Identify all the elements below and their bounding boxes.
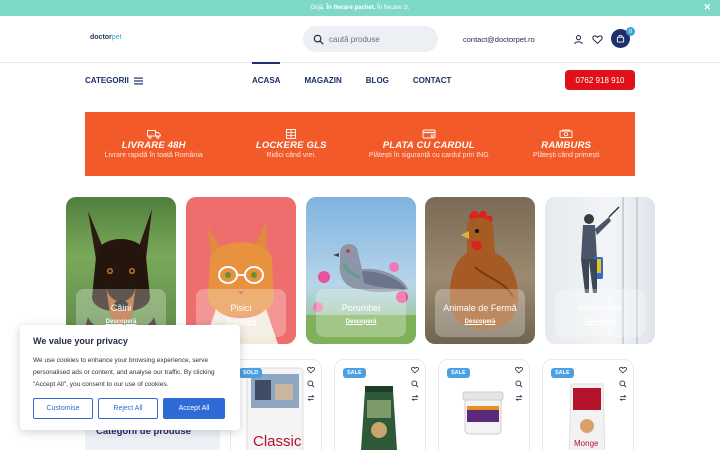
search-input[interactable]: [329, 34, 429, 44]
feature-cash-subtitle: Plătești când primești: [532, 152, 600, 159]
feature-card-payment: PLATA CU CARDUL Plătești în siguranță cu…: [360, 112, 498, 176]
product-card[interactable]: Classic SOLD: [230, 359, 322, 450]
category-card-pigeons[interactable]: Porumbei Descoperă: [306, 197, 416, 344]
heart-icon[interactable]: [307, 366, 315, 374]
product-badge: SOLD: [239, 368, 263, 378]
product-badge: SALE: [551, 368, 574, 378]
category-card-dogs[interactable]: Câini Descoperă: [66, 197, 176, 344]
announcement-bar: Grijă. În fiecare pachet. În fiecare zi.…: [0, 0, 720, 16]
product-badge: SALE: [447, 368, 470, 378]
discover-link[interactable]: Descoperă: [106, 319, 137, 325]
feature-card-title: PLATA CU CARDUL: [382, 140, 475, 151]
product-brand-text: Classic: [253, 433, 302, 450]
search-box[interactable]: [303, 26, 438, 52]
category-overlay: Porumbei Descoperă: [316, 289, 406, 337]
contact-email[interactable]: contact@doctorpet.ro: [463, 35, 535, 44]
categories-menu-button[interactable]: CATEGORII: [85, 76, 143, 85]
category-name: Animale de Fermă: [443, 302, 517, 313]
category-card-farm-animals[interactable]: Animale de Fermă Descoperă: [425, 197, 535, 344]
product-actions: [515, 366, 523, 402]
accept-all-button[interactable]: Accept All: [163, 398, 225, 419]
search-icon: [313, 34, 324, 44]
heart-icon[interactable]: [592, 34, 603, 45]
feature-card-subtitle: Plătești în siguranță cu cardul prin ING: [368, 152, 489, 159]
search-icon[interactable]: [619, 380, 627, 388]
product-card[interactable]: Monge SALE: [542, 359, 634, 450]
feature-delivery-title: LIVRARE 48H: [121, 140, 186, 151]
compare-icon[interactable]: [619, 394, 627, 402]
search-icon[interactable]: [515, 380, 523, 388]
discover-link[interactable]: Descoperă: [226, 319, 257, 325]
search-icon[interactable]: [411, 380, 419, 388]
feature-cash-title: RAMBURS: [541, 140, 592, 151]
close-announcement-button[interactable]: ✕: [703, 2, 711, 13]
nav-link-blog[interactable]: BLOG: [366, 63, 389, 99]
category-name: Pisici: [230, 302, 252, 313]
hamburger-icon: [133, 77, 143, 84]
truck-icon: [146, 130, 161, 139]
logo-part-pet: pet: [111, 34, 122, 41]
customise-button[interactable]: Customise: [33, 398, 93, 419]
reject-all-button[interactable]: Reject All: [98, 398, 158, 419]
product-card[interactable]: SALE: [438, 359, 530, 450]
feature-lockers: LOCKERE GLS Ridici când vrei.: [223, 112, 361, 176]
search-icon[interactable]: [307, 380, 315, 388]
heart-icon[interactable]: [411, 366, 419, 374]
feature-delivery-subtitle: Livrare rapidă în toată România: [104, 152, 203, 159]
discover-link[interactable]: Descoperă: [465, 319, 496, 325]
phone-button[interactable]: 0762 918 910: [565, 70, 635, 90]
announcement-text: Grijă. În fiecare pachet. În fiecare zi.: [310, 5, 409, 11]
heart-icon[interactable]: [619, 366, 627, 374]
feature-lockers-subtitle: Ridici când vrei.: [266, 152, 316, 159]
categories-label: CATEGORII: [85, 76, 129, 85]
category-name: Insecticide: [578, 302, 622, 313]
discover-link[interactable]: Descoperă: [585, 319, 616, 325]
nav-links: ACASA MAGAZIN BLOG CONTACT: [252, 62, 475, 99]
user-icon[interactable]: [573, 34, 584, 45]
product-badge: SALE: [343, 368, 366, 378]
compare-icon[interactable]: [307, 394, 315, 402]
product-actions: [307, 366, 315, 402]
feature-lockers-title: LOCKERE GLS: [255, 140, 327, 151]
category-card-cats[interactable]: Pisici Descoperă: [186, 197, 296, 344]
cookie-text: We use cookies to enhance your browsing …: [33, 357, 215, 388]
category-name: Porumbei: [341, 302, 381, 313]
product-brand-text: Monge: [574, 439, 599, 448]
logo[interactable]: doctorpet: [90, 34, 122, 41]
feature-cash-on-delivery: RAMBURS Plătești când primești: [498, 112, 636, 176]
locker-icon: [286, 129, 297, 139]
site-header: doctorpet contact@doctorpet.ro 0: [0, 16, 720, 63]
logo-part-doctor: doctor: [90, 34, 112, 41]
main-nav: CATEGORII ACASA MAGAZIN BLOG CONTACT 076…: [0, 62, 720, 99]
product-actions: [411, 366, 419, 402]
cookie-consent-dialog: We value your privacy We use cookies to …: [20, 325, 240, 430]
features-banner: LIVRARE 48H Livrare rapidă în toată Româ…: [85, 112, 635, 176]
product-actions: [619, 366, 627, 402]
cart-count-badge: 0: [626, 27, 635, 36]
announcement-bold: În fiecare pachet.: [326, 5, 376, 11]
feature-delivery: LIVRARE 48H Livrare rapidă în toată Româ…: [85, 112, 223, 176]
discover-link[interactable]: Descoperă: [346, 319, 377, 325]
category-card-insecticides[interactable]: Insecticide Descoperă: [545, 197, 655, 344]
category-overlay: Animale de Fermă Descoperă: [435, 289, 525, 337]
category-overlay: Insecticide Descoperă: [555, 289, 645, 337]
cash-icon: [559, 129, 573, 138]
nav-link-contact[interactable]: CONTACT: [413, 63, 452, 99]
nav-link-magazin[interactable]: MAGAZIN: [304, 63, 341, 99]
compare-icon[interactable]: [411, 394, 419, 402]
heart-icon[interactable]: [515, 366, 523, 374]
cookie-title: We value your privacy: [33, 336, 128, 346]
nav-link-acasa[interactable]: ACASA: [252, 62, 281, 99]
compare-icon[interactable]: [515, 394, 523, 402]
announcement-suffix: În fiecare zi.: [375, 5, 410, 11]
shopping-bag-icon: [616, 34, 625, 43]
cookie-buttons: Customise Reject All Accept All: [33, 398, 225, 419]
card-icon: [422, 129, 436, 139]
category-name: Câini: [110, 302, 132, 313]
product-card[interactable]: SALE: [334, 359, 426, 450]
announcement-prefix: Grijă.: [310, 5, 327, 11]
